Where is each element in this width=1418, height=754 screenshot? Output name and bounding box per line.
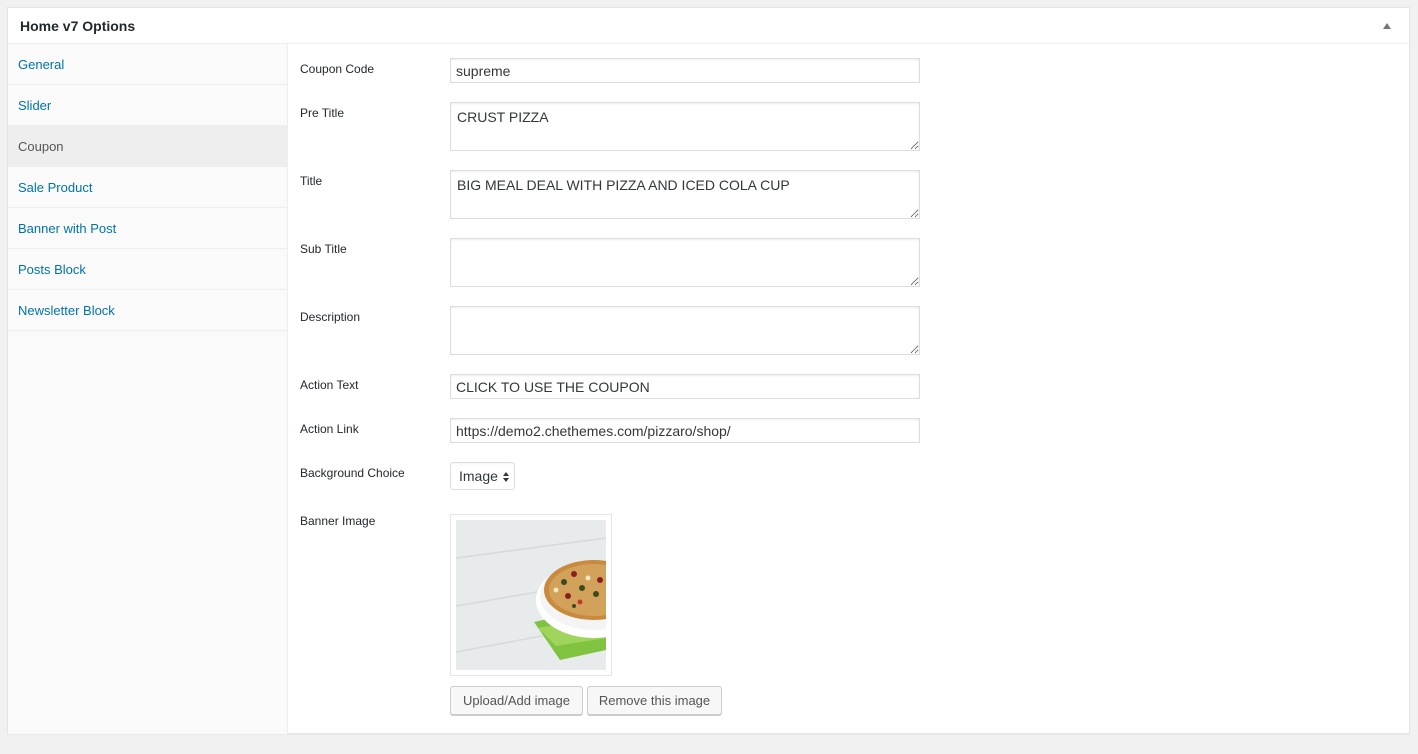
background-choice-select[interactable]: Image xyxy=(450,462,515,490)
title-label: Title xyxy=(300,174,323,188)
action-text-input[interactable] xyxy=(450,374,920,399)
description-label: Description xyxy=(300,310,361,324)
banner-image-preview xyxy=(450,514,612,676)
description-textarea[interactable] xyxy=(450,306,920,355)
background-choice-label: Background Choice xyxy=(300,466,405,480)
sub-title-textarea[interactable] xyxy=(450,238,920,287)
coupon-code-input[interactable] xyxy=(450,58,920,83)
tab-coupon[interactable]: Coupon xyxy=(8,126,287,167)
tab-sale-product[interactable]: Sale Product xyxy=(8,167,287,208)
action-link-label: Action Link xyxy=(300,422,359,436)
coupon-form: Coupon Code Pre Title CRUST PIZZA Title … xyxy=(288,44,1409,734)
options-panel: Home v7 Options General Slider Coupon Sa… xyxy=(7,7,1410,734)
pre-title-textarea[interactable]: CRUST PIZZA xyxy=(450,102,920,151)
pizza-image xyxy=(456,520,606,670)
title-textarea[interactable]: BIG MEAL DEAL WITH PIZZA AND ICED COLA C… xyxy=(450,170,920,219)
tab-newsletter-block[interactable]: Newsletter Block xyxy=(8,290,287,331)
panel-header: Home v7 Options xyxy=(8,8,1409,44)
action-link-input[interactable] xyxy=(450,418,920,443)
banner-image-label: Banner Image xyxy=(300,514,376,528)
tab-posts-block[interactable]: Posts Block xyxy=(8,249,287,290)
action-text-label: Action Text xyxy=(300,378,359,392)
panel-title: Home v7 Options xyxy=(20,17,136,34)
select-arrows-icon xyxy=(502,470,510,486)
background-choice-value: Image xyxy=(459,468,498,484)
tab-slider[interactable]: Slider xyxy=(8,85,287,126)
tab-banner-with-post[interactable]: Banner with Post xyxy=(8,208,287,249)
coupon-code-label: Coupon Code xyxy=(300,62,375,76)
upload-image-button[interactable]: Upload/Add image xyxy=(450,686,583,715)
sub-title-label: Sub Title xyxy=(300,242,347,256)
options-tabs: General Slider Coupon Sale Product Banne… xyxy=(8,44,288,734)
remove-image-button[interactable]: Remove this image xyxy=(587,686,722,715)
pre-title-label: Pre Title xyxy=(300,106,345,120)
tab-general[interactable]: General xyxy=(8,44,287,85)
triangle-up-icon[interactable] xyxy=(1377,16,1397,36)
